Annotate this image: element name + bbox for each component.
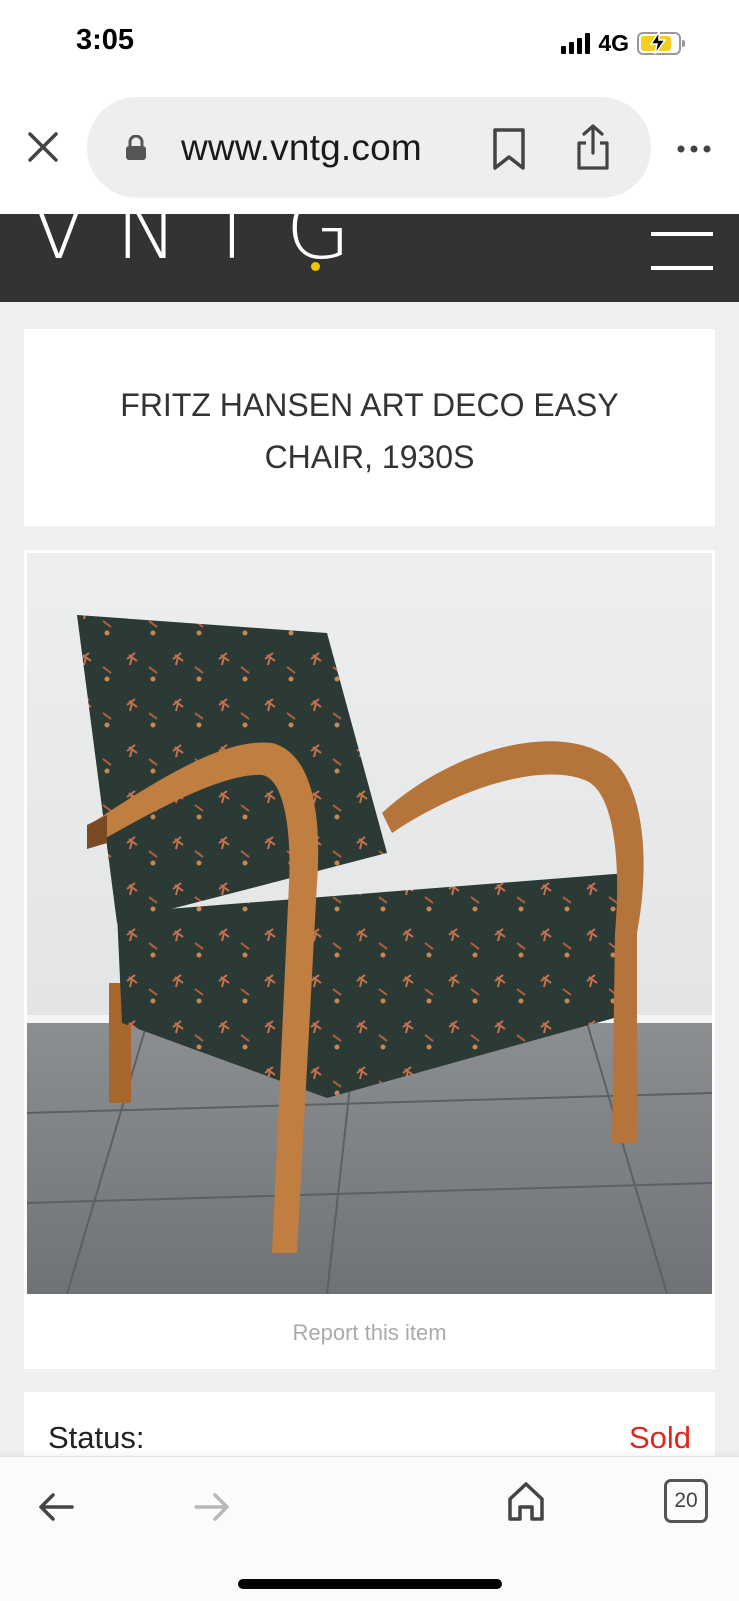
site-header: VNTG [0,214,739,302]
status-bar: 3:05 4G [0,0,739,90]
address-bar[interactable]: www.vntg.com [87,97,651,198]
home-icon[interactable] [506,1479,546,1523]
more-icon[interactable] [676,144,712,154]
browser-bottom-bar: 20 [0,1456,739,1601]
logo-dot [311,262,320,271]
url-text[interactable]: www.vntg.com [181,127,422,169]
forward-icon[interactable] [192,1487,232,1527]
close-icon[interactable] [24,128,62,166]
report-item-link[interactable]: Report this item [24,1320,715,1346]
site-logo[interactable]: VNTG [30,214,379,278]
status-time: 3:05 [76,24,135,56]
hamburger-menu-icon[interactable] [651,232,713,270]
tabs-icon[interactable]: 20 [664,1479,708,1523]
network-type: 4G [598,29,629,56]
product-title-card: Fritz Hansen Art Deco Easy Chair, 1930s [24,329,715,526]
browser-toolbar: www.vntg.com [0,90,739,214]
bookmark-icon[interactable] [492,127,526,171]
signal-icon [561,32,591,54]
status-label: Status: [48,1420,145,1455]
back-icon[interactable] [36,1487,76,1527]
share-icon[interactable] [575,123,611,171]
product-image-card: Report this item [24,550,715,1369]
lock-icon [126,135,146,160]
product-photo[interactable] [27,553,712,1294]
status-indicators: 4G [561,28,685,58]
battery-icon [637,31,685,55]
status-value: Sold [628,1420,691,1455]
product-title: Fritz Hansen Art Deco Easy Chair, 1930s [120,387,619,475]
home-indicator [238,1579,502,1589]
